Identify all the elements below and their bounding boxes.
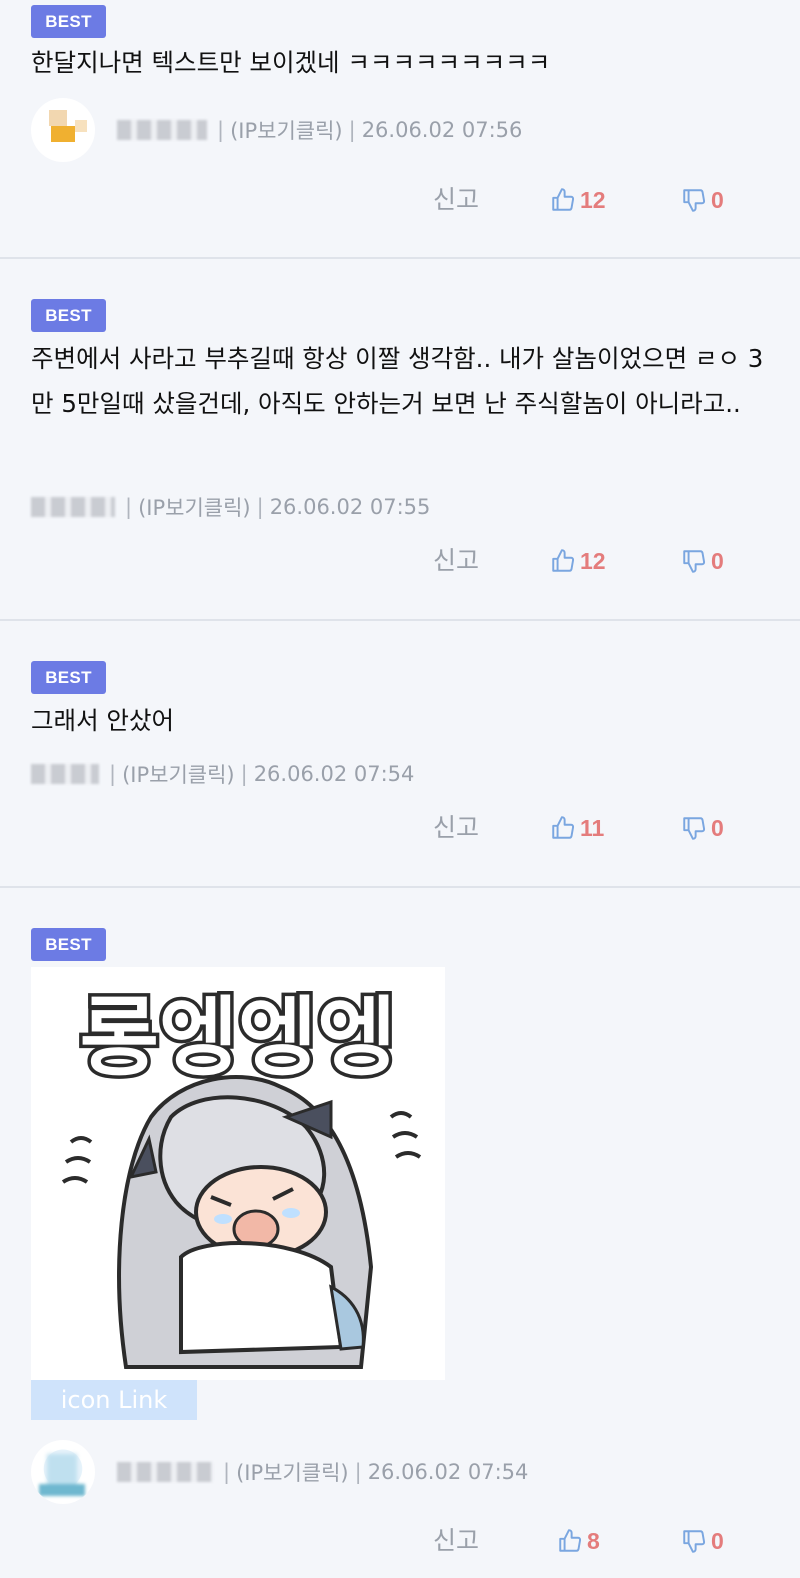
comment-date: 26.06.02 07:55 xyxy=(269,495,431,519)
report-button[interactable]: 신고 xyxy=(433,541,479,581)
comment-actions: 신고 11 0 xyxy=(0,808,800,848)
best-badge: BEST xyxy=(31,299,106,332)
dislike-button[interactable]: 0 xyxy=(681,808,724,848)
comment-text: 그래서 안샀어 xyxy=(31,706,175,735)
user-avatar[interactable] xyxy=(31,1440,95,1504)
comment-date: 26.06.02 07:54 xyxy=(367,1460,529,1484)
dislike-count: 0 xyxy=(711,186,724,213)
thumbs-down-icon xyxy=(683,817,706,840)
user-avatar[interactable] xyxy=(31,98,95,162)
report-button[interactable]: 신고 xyxy=(433,180,479,220)
thumbs-down-icon xyxy=(683,550,706,573)
comment-item: BEST 그래서 안샀어 | (IP보기클릭) | 26.06.02 07:54… xyxy=(0,621,800,888)
report-button[interactable]: 신고 xyxy=(433,808,479,848)
username-blurred[interactable] xyxy=(117,120,207,140)
thumbs-down-icon xyxy=(683,189,706,212)
best-badge: BEST xyxy=(31,5,106,38)
dislike-button[interactable]: 0 xyxy=(681,541,724,581)
comment-meta: | (IP보기클릭) | 26.06.02 07:56 xyxy=(31,98,523,162)
username-blurred[interactable] xyxy=(31,764,99,784)
comment-date: 26.06.02 07:56 xyxy=(361,118,523,142)
like-count: 11 xyxy=(580,814,605,841)
like-button[interactable]: 11 xyxy=(550,808,604,848)
comment-item: BEST 한달지나면 텍스트만 보이겠네 ㅋㅋㅋㅋㅋㅋㅋㅋㅋ | (IP보기클릭… xyxy=(0,0,800,259)
comment-meta: | (IP보기클릭) | 26.06.02 07:55 xyxy=(31,487,430,527)
comment-text: 주변에서 사라고 부추길때 항상 이짤 생각함.. 내가 살놈이었으면 ㄹㅇ 3… xyxy=(31,344,764,418)
thumbs-up-icon xyxy=(552,549,575,572)
dislike-count: 0 xyxy=(711,1527,724,1554)
comment-actions: 신고 8 0 xyxy=(0,1521,800,1561)
dislike-button[interactable]: 0 xyxy=(681,180,724,220)
dislike-count: 0 xyxy=(711,814,724,841)
comment-item: BEST 주변에서 사라고 부추길때 항상 이짤 생각함.. 내가 살놈이었으면… xyxy=(0,259,800,621)
ip-view-link[interactable]: (IP보기클릭) xyxy=(122,759,235,789)
thumbs-up-icon xyxy=(559,1529,582,1552)
username-blurred[interactable] xyxy=(117,1462,213,1482)
comment-meta: | (IP보기클릭) | 26.06.02 07:54 xyxy=(31,1440,529,1504)
dislike-button[interactable]: 0 xyxy=(681,1521,724,1561)
best-badge: BEST xyxy=(31,928,106,961)
like-button[interactable]: 8 xyxy=(557,1521,600,1561)
comment-actions: 신고 12 0 xyxy=(0,541,800,581)
comment-actions: 신고 12 0 xyxy=(0,180,800,220)
thumbs-up-icon xyxy=(552,188,575,211)
comment-date: 26.06.02 07:54 xyxy=(253,762,415,786)
thumbs-up-icon xyxy=(552,816,575,839)
ip-view-link[interactable]: (IP보기클릭) xyxy=(236,1457,349,1487)
username-blurred[interactable] xyxy=(31,497,115,517)
icon-link-button[interactable]: icon Link xyxy=(31,1380,197,1420)
best-badge: BEST xyxy=(31,661,106,694)
report-button[interactable]: 신고 xyxy=(433,1521,479,1561)
ip-view-link[interactable]: (IP보기클릭) xyxy=(230,115,343,145)
like-button[interactable]: 12 xyxy=(550,180,606,220)
like-button[interactable]: 12 xyxy=(550,541,606,581)
sticker-title: 롱엥엥엥 xyxy=(80,988,396,1088)
like-count: 12 xyxy=(580,547,606,574)
comment-meta: | (IP보기클릭) | 26.06.02 07:54 xyxy=(31,754,414,794)
ip-view-link[interactable]: (IP보기클릭) xyxy=(138,492,251,522)
sticker-image: 롱엥엥엥 xyxy=(31,967,445,1380)
comment-text: 한달지나면 텍스트만 보이겠네 ㅋㅋㅋㅋㅋㅋㅋㅋㅋ xyxy=(31,48,551,77)
like-count: 12 xyxy=(580,186,606,213)
sticker-illustration: 롱엥엥엥 xyxy=(61,985,422,1369)
dislike-count: 0 xyxy=(711,547,724,574)
like-count: 8 xyxy=(587,1527,600,1554)
thumbs-down-icon xyxy=(683,1530,706,1553)
